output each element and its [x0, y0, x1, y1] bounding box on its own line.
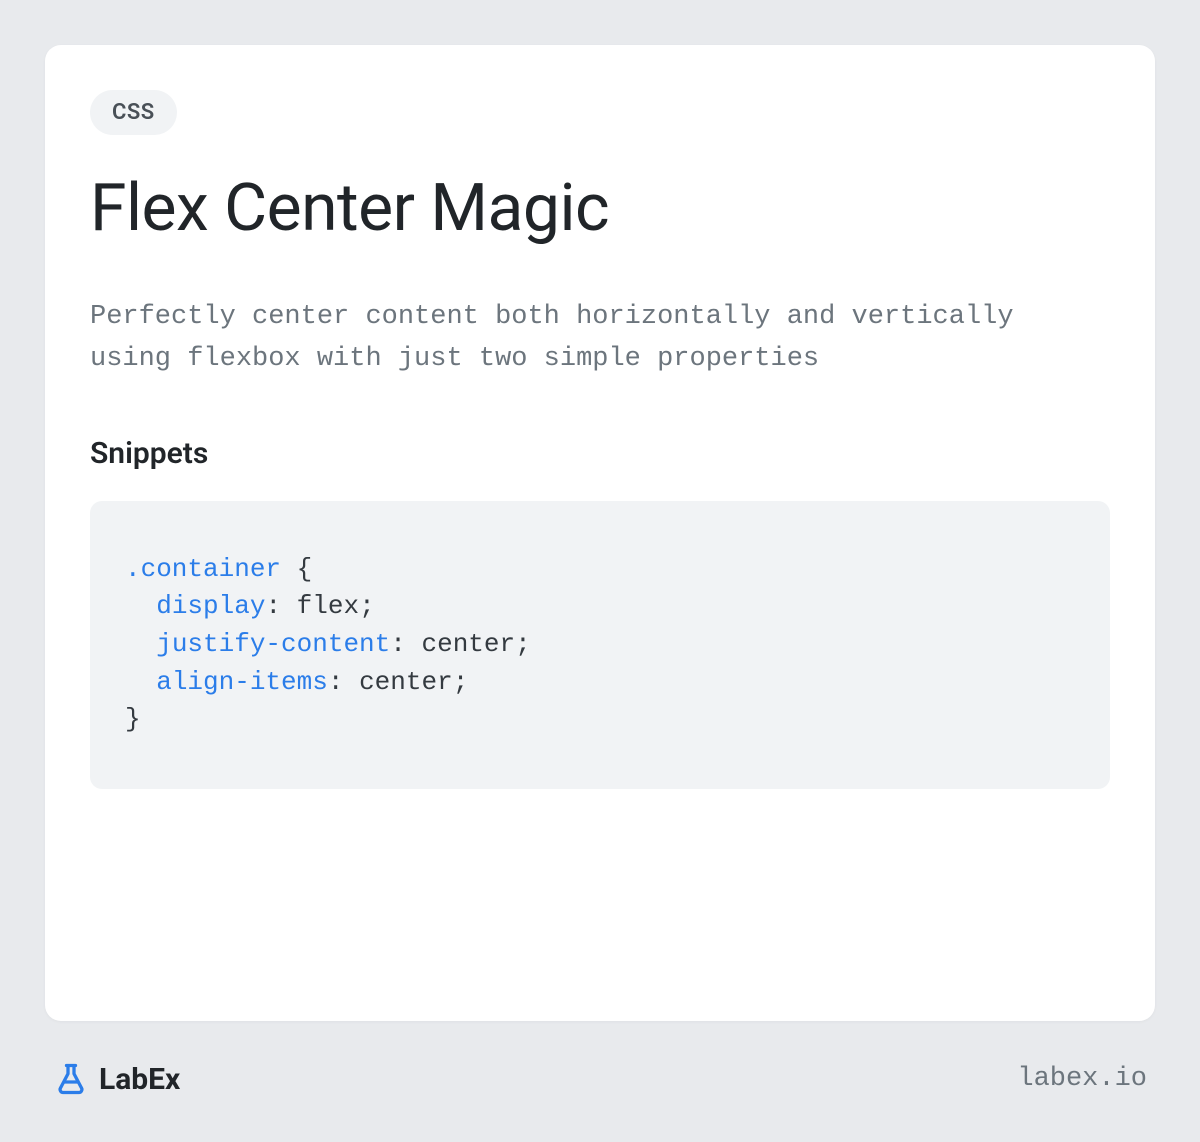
footer: LabEx labex.io [45, 1061, 1155, 1097]
code-selector: .container [125, 554, 281, 584]
code-block: .container { display: flex; justify-cont… [90, 501, 1110, 789]
code-property: justify-content [156, 629, 390, 659]
code-value: center [421, 629, 515, 659]
footer-url: labex.io [1017, 1064, 1147, 1094]
category-badge: CSS [90, 90, 177, 135]
code-value: flex [297, 591, 359, 621]
snippet-title: Flex Center Magic [90, 170, 1110, 247]
snippet-card: CSS Flex Center Magic Perfectly center c… [45, 45, 1155, 1021]
snippet-description: Perfectly center content both horizontal… [90, 297, 1110, 381]
code-property: align-items [156, 667, 328, 697]
code-property: display [156, 591, 265, 621]
flask-icon [53, 1061, 89, 1097]
code-value: center [359, 667, 453, 697]
brand-name: LabEx [99, 1062, 180, 1097]
brand-logo: LabEx [53, 1061, 180, 1097]
section-heading: Snippets [90, 436, 1110, 471]
